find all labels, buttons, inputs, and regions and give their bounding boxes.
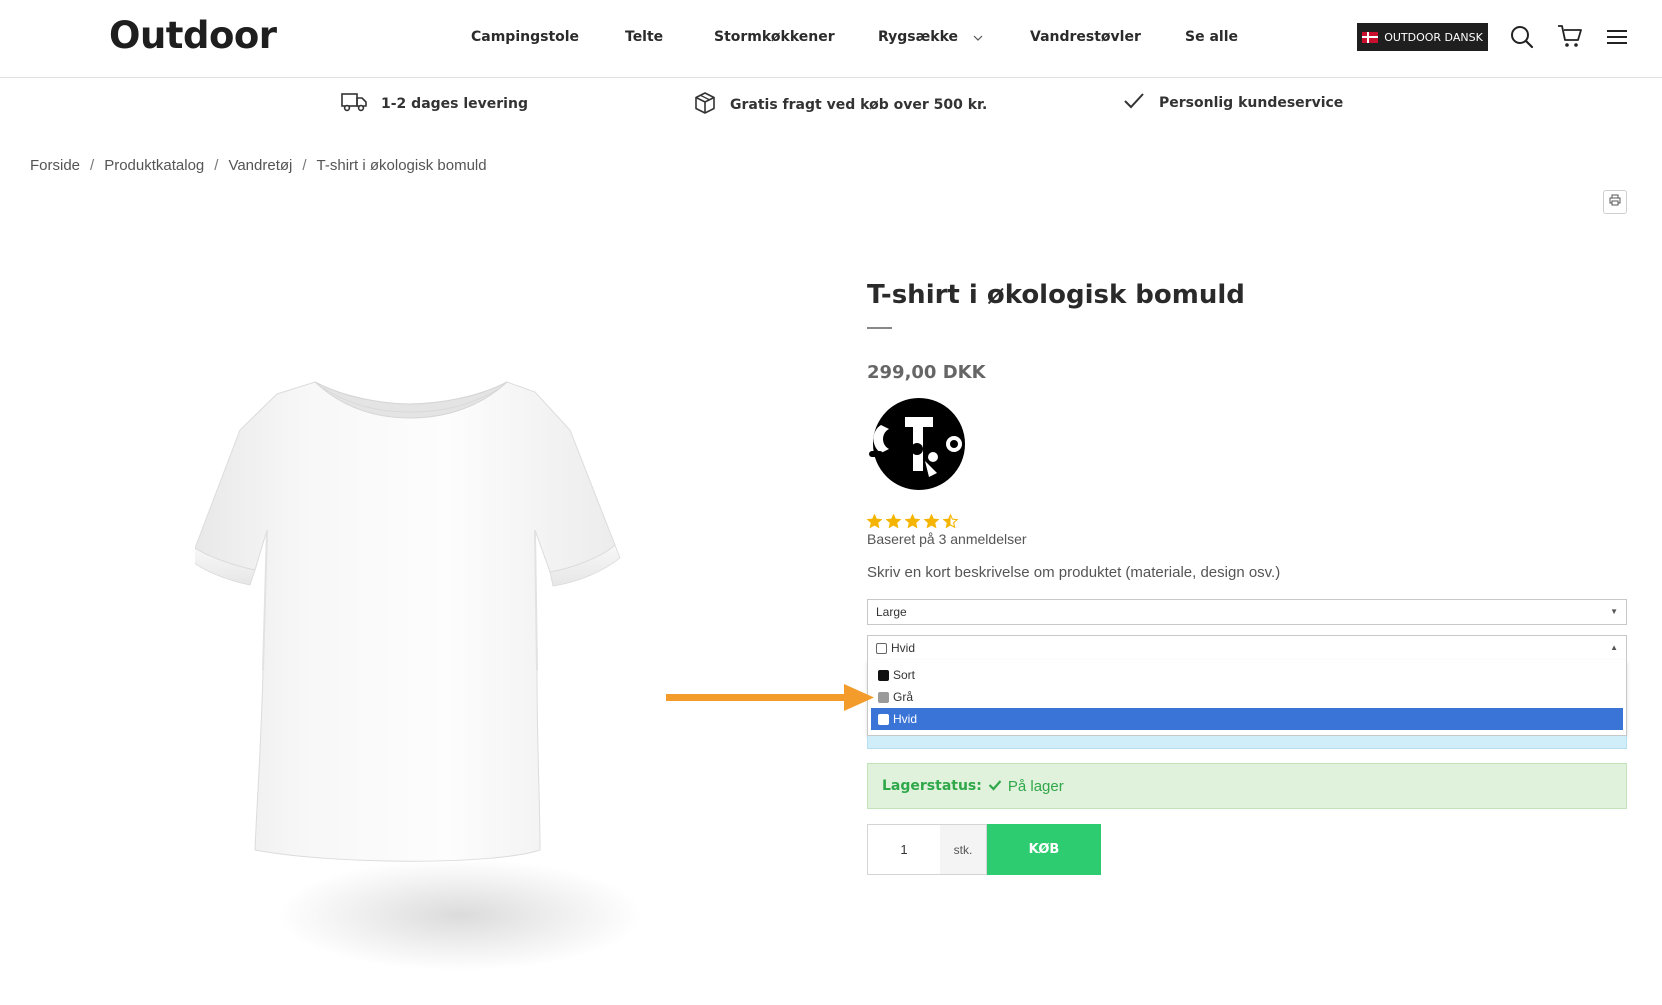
- rating-stars: [867, 514, 958, 528]
- usp-service: Personlig kundeservice: [1123, 92, 1343, 114]
- buy-button[interactable]: KØB: [987, 824, 1101, 875]
- chevron-down-icon: [973, 29, 983, 45]
- printer-icon: [1609, 193, 1621, 211]
- breadcrumb-current: T-shirt i økologisk bomuld: [316, 157, 487, 174]
- product-title: T-shirt i økologisk bomuld: [867, 280, 1245, 310]
- nav-item-campingstole[interactable]: Campingstole: [471, 29, 579, 45]
- product-description: Skriv en kort beskrivelse om produktet (…: [867, 564, 1281, 581]
- variant-info-strip: [867, 736, 1627, 749]
- color-option-label: Grå: [893, 690, 914, 704]
- print-button[interactable]: [1603, 190, 1627, 214]
- breadcrumb: Forside / Produktkatalog / Vandretøj / T…: [30, 157, 487, 174]
- star-full-icon: [924, 514, 939, 528]
- stock-value: På lager: [1007, 777, 1064, 795]
- language-button[interactable]: OUTDOOR DANSK: [1357, 23, 1488, 51]
- size-select[interactable]: Large ▼: [867, 599, 1627, 625]
- star-full-icon: [867, 514, 882, 528]
- language-label: OUTDOOR DANSK: [1384, 30, 1483, 44]
- package-icon: [694, 92, 716, 118]
- checkmark-icon: [988, 778, 1002, 795]
- size-select-value: Large: [876, 605, 907, 619]
- menu-icon[interactable]: [1604, 24, 1630, 50]
- breadcrumb-item-forside[interactable]: Forside: [30, 157, 80, 174]
- product-price: 299,00 DKK: [867, 362, 986, 383]
- site-logo[interactable]: Outdoor: [109, 14, 277, 57]
- stock-status: Lagerstatus: På lager: [867, 763, 1627, 809]
- color-option-label: Hvid: [893, 712, 918, 726]
- color-select-value: Hvid: [891, 641, 916, 655]
- color-option-sort[interactable]: Sort: [871, 664, 1623, 686]
- color-option-gra[interactable]: Grå: [871, 686, 1623, 708]
- review-count[interactable]: Baseret på 3 anmeldelser: [867, 531, 1027, 547]
- color-select[interactable]: Hvid ▲: [867, 635, 1627, 661]
- usp-shipping: Gratis fragt ved køb over 500 kr.: [694, 92, 987, 118]
- search-icon[interactable]: [1509, 24, 1535, 50]
- star-full-icon: [886, 514, 901, 528]
- cart-icon[interactable]: [1556, 22, 1582, 48]
- nav-item-stormkokkener[interactable]: Stormkøkkener: [714, 29, 835, 45]
- color-option-hvid[interactable]: Hvid: [871, 708, 1623, 730]
- star-full-icon: [905, 514, 920, 528]
- breadcrumb-separator: /: [302, 157, 307, 174]
- color-dropdown-list: Sort Grå Hvid: [867, 660, 1627, 736]
- breadcrumb-separator: /: [90, 157, 95, 174]
- nav-item-rygsaekke[interactable]: Rygsække: [878, 29, 983, 45]
- star-half-icon: [943, 514, 958, 528]
- usp-delivery-text: 1-2 dages levering: [381, 96, 528, 112]
- stock-label: Lagerstatus:: [882, 778, 982, 794]
- breadcrumb-separator: /: [214, 157, 219, 174]
- breadcrumb-item-vandretoj[interactable]: Vandretøj: [228, 157, 292, 174]
- site-header: Outdoor Campingstole Telte Stormkøkkener…: [0, 0, 1662, 78]
- brand-logo: [867, 395, 965, 493]
- dropdown-arrow-up-icon: ▲: [1610, 643, 1618, 652]
- usp-delivery: 1-2 dages levering: [341, 92, 528, 116]
- breadcrumb-item-produktkatalog[interactable]: Produktkatalog: [104, 157, 204, 174]
- annotation-arrow-icon: [666, 682, 876, 714]
- quantity-input[interactable]: 1: [867, 824, 941, 875]
- product-image: [192, 370, 625, 900]
- title-divider: [867, 327, 892, 329]
- usp-shipping-text: Gratis fragt ved køb over 500 kr.: [730, 97, 988, 113]
- swatch-icon: [878, 669, 889, 681]
- swatch-icon: [876, 642, 887, 654]
- checkmark-icon: [1123, 92, 1145, 114]
- swatch-icon: [878, 691, 889, 703]
- color-option-label: Sort: [893, 668, 916, 682]
- danish-flag-icon: [1362, 31, 1379, 43]
- truck-icon: [341, 92, 367, 116]
- dropdown-arrow-down-icon: ▼: [1610, 607, 1618, 616]
- nav-item-label: Rygsække: [878, 29, 959, 45]
- nav-item-vandrestovler[interactable]: Vandrestøvler: [1030, 29, 1141, 45]
- nav-item-telte[interactable]: Telte: [625, 29, 663, 45]
- swatch-icon: [878, 713, 889, 725]
- usp-service-text: Personlig kundeservice: [1159, 95, 1344, 111]
- nav-item-se-alle[interactable]: Se alle: [1185, 29, 1238, 45]
- quantity-unit: stk.: [940, 824, 987, 875]
